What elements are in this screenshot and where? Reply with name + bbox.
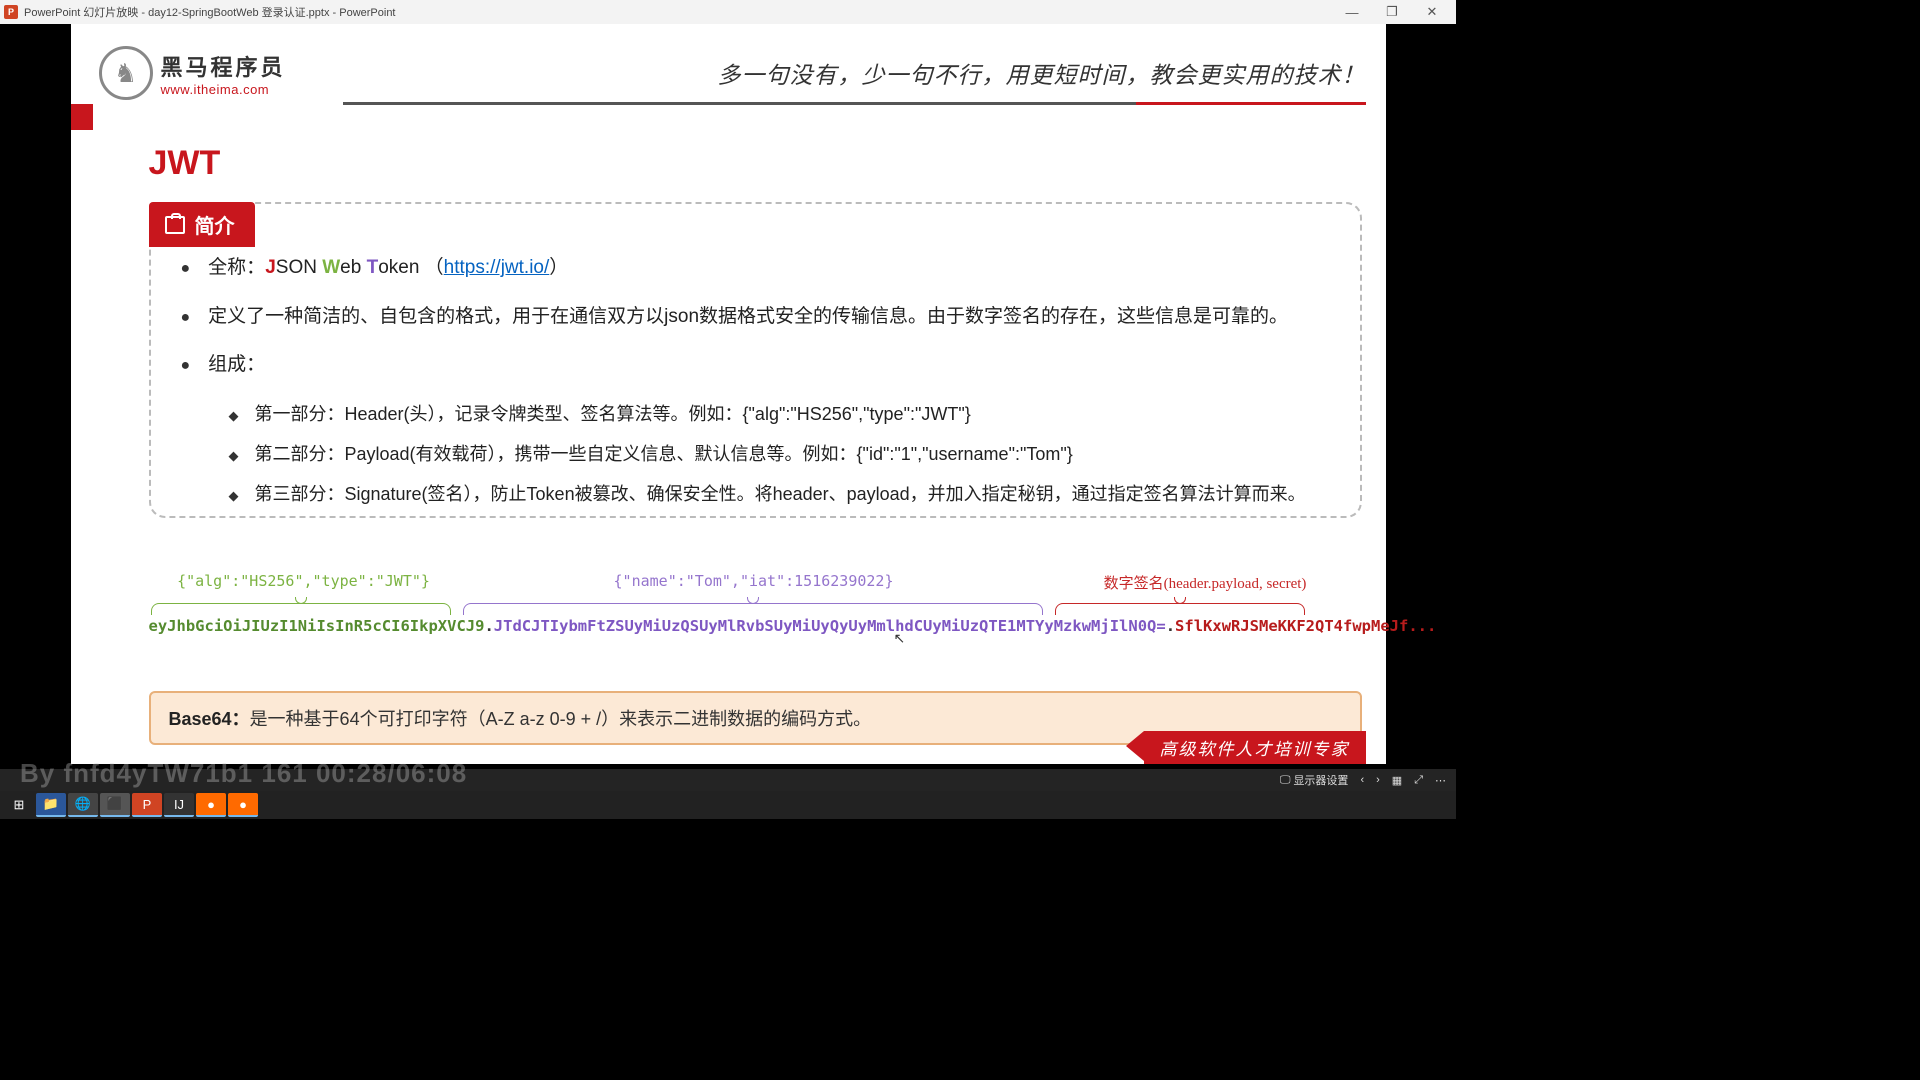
slide-stage: ♞ 黑马程序员 www.itheima.com 多一句没有，少一句不行，用更短时…: [0, 24, 1456, 769]
side-accent: [71, 104, 93, 130]
bullet-definition: 定义了一种简洁的、自包含的格式，用于在通信双方以json数据格式安全的传输信息。…: [181, 303, 1330, 332]
display-settings[interactable]: 🖵 显示器设置: [1280, 772, 1349, 788]
minimize-button[interactable]: —: [1332, 0, 1372, 24]
video-overlay-text: By fnfd4yTW71b1 161 00:28/06:08: [20, 758, 467, 789]
annot-payload: {"name":"Tom","iat":1516239022}: [459, 572, 1049, 593]
token-diagram: {"alg":"HS256","type":"JWT"} {"name":"To…: [149, 572, 1362, 635]
start-button[interactable]: ⊞: [4, 793, 34, 817]
slide-title: JWT: [149, 144, 221, 183]
sub-part1: 第一部分：Header(头），记录令牌类型、签名算法等。例如：{"alg":"H…: [229, 400, 1330, 426]
logo-name: 黑马程序员: [161, 50, 286, 82]
slogan: 多一句没有，少一句不行，用更短时间，教会更实用的技术！: [718, 56, 1366, 90]
next-slide-button[interactable]: ›: [1376, 774, 1380, 786]
prev-slide-button[interactable]: ‹: [1360, 774, 1364, 786]
taskbar-app4[interactable]: ●: [228, 793, 258, 817]
token-signature: SflKxwRJSMeKKF2QT4fwpMeJf...: [1175, 617, 1436, 635]
id-card-icon: [165, 216, 185, 234]
powerpoint-icon: P: [4, 5, 18, 19]
logo-url: www.itheima.com: [161, 82, 286, 97]
more-icon[interactable]: ⋯: [1435, 774, 1446, 787]
zoom-icon[interactable]: ⤢: [1414, 774, 1423, 787]
content-box: 全称：JSON Web Token （https://jwt.io/） 定义了一…: [149, 202, 1362, 518]
mouse-cursor-icon: ↖: [894, 630, 906, 647]
bullet-compose: 组成：: [181, 351, 1330, 380]
jwt-io-link[interactable]: https://jwt.io/: [444, 257, 550, 278]
logo: ♞ 黑马程序员 www.itheima.com: [99, 46, 286, 100]
window-title: PowerPoint 幻灯片放映 - day12-SpringBootWeb 登…: [24, 4, 396, 20]
taskbar-powerpoint[interactable]: P: [132, 793, 162, 817]
taskbar-chrome[interactable]: 🌐: [68, 793, 98, 817]
slide-header: ♞ 黑马程序员 www.itheima.com 多一句没有，少一句不行，用更短时…: [99, 42, 1366, 104]
section-tab-label: 简介: [195, 210, 235, 239]
sub-part2: 第二部分：Payload(有效载荷），携带一些自定义信息、默认信息等。例如：{"…: [229, 440, 1330, 466]
view-icon[interactable]: ▦: [1392, 774, 1402, 787]
taskbar-app[interactable]: 📁: [36, 793, 66, 817]
token-string: eyJhbGciOiJIUzI1NiIsInR5cCI6IkpXVCJ9.JTd…: [149, 617, 1362, 635]
close-button[interactable]: ✕: [1412, 0, 1452, 24]
taskbar-app3[interactable]: ●: [196, 793, 226, 817]
token-payload: JTdCJTIybmFtZSUyMiUzQSUyMlRvbSUyMiUyQyUy…: [494, 617, 1166, 635]
sub-part3: 第三部分：Signature(签名），防止Token被篡改、确保安全性。将hea…: [229, 480, 1330, 506]
header-divider-accent: [1136, 102, 1366, 105]
slide: ♞ 黑马程序员 www.itheima.com 多一句没有，少一句不行，用更短时…: [71, 24, 1386, 764]
section-tab: 简介: [149, 202, 255, 247]
logo-icon: ♞: [99, 46, 153, 100]
windows-taskbar[interactable]: ⊞ 📁 🌐 ⬛ P IJ ● ●: [0, 791, 1456, 819]
taskbar-intellij[interactable]: IJ: [164, 793, 194, 817]
bullet-fullname: 全称：JSON Web Token （https://jwt.io/）: [181, 254, 1330, 283]
taskbar-app2[interactable]: ⬛: [100, 793, 130, 817]
footer-ribbon: 高级软件人才培训专家: [1144, 731, 1366, 764]
window-titlebar: P PowerPoint 幻灯片放映 - day12-SpringBootWeb…: [0, 0, 1456, 24]
maximize-button[interactable]: ❐: [1372, 0, 1412, 24]
token-header: eyJhbGciOiJIUzI1NiIsInR5cCI6IkpXVCJ9: [149, 617, 485, 635]
annot-header: {"alg":"HS256","type":"JWT"}: [149, 572, 459, 593]
annot-signature: 数字签名(header.payload, secret): [1049, 572, 1362, 593]
